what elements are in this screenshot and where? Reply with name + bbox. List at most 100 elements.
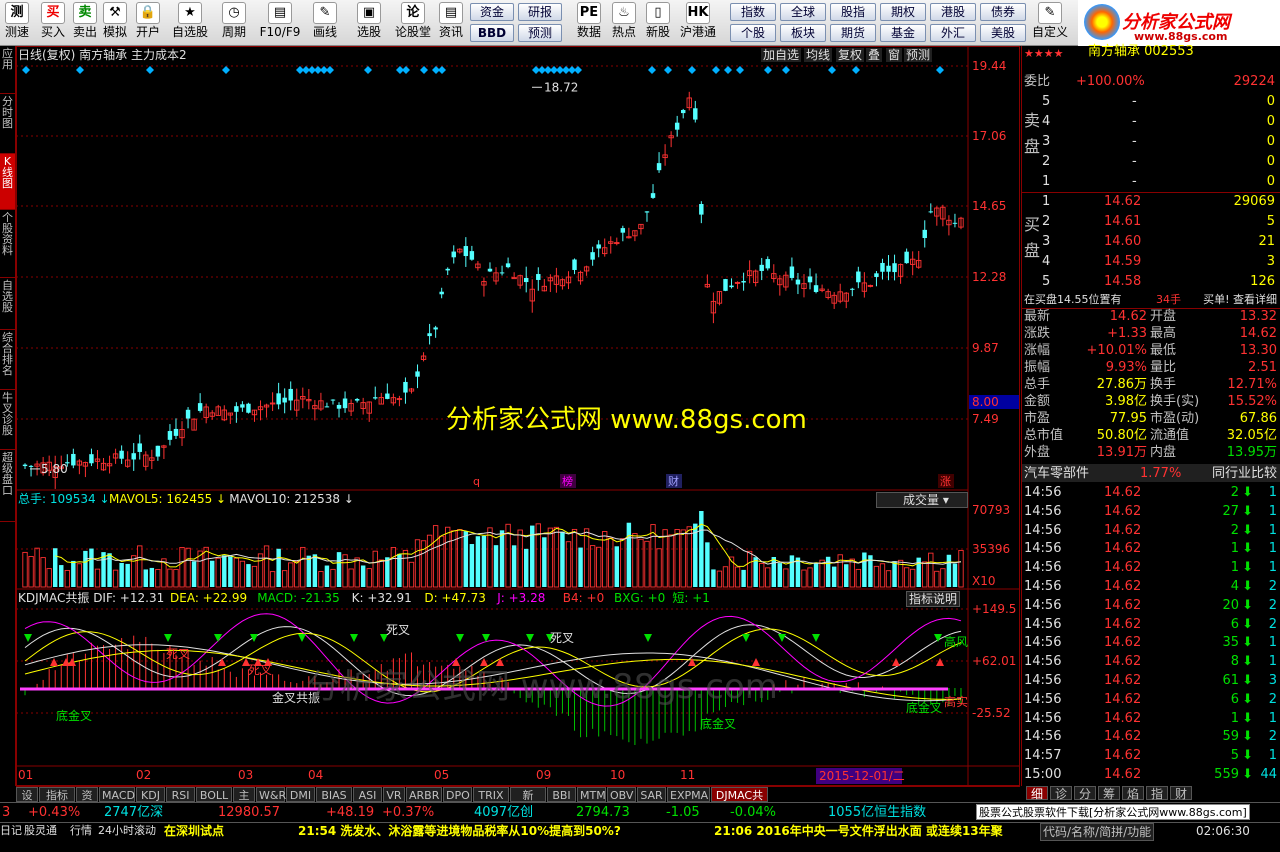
quote-row: 14:56 14.62 6 ⬇ 2 [1022, 690, 1280, 709]
left-nav-item[interactable]: 牛叉诊股 [0, 390, 15, 450]
volume-bar [191, 561, 197, 587]
indicator-tab[interactable]: 设置 [16, 787, 38, 817]
toolbar-button-10[interactable]: 论论股堂 [394, 2, 432, 44]
indicator-tab[interactable]: BBI [547, 787, 576, 802]
toolbar-small-button[interactable]: BBD [470, 24, 514, 42]
quote-bottom-tab[interactable]: 筹 [1098, 786, 1120, 801]
quote-row: 外盘 13.91万 内盘 13.95万 [1022, 444, 1280, 461]
indicator-tab[interactable]: DPO [443, 787, 472, 802]
toolbar-small-button[interactable]: 期货 [830, 24, 876, 42]
left-nav-item[interactable]: 分时图 [0, 94, 15, 154]
status-tab[interactable]: 24小时滚动 [98, 823, 156, 839]
indicator-tab[interactable]: 资讯 [76, 787, 98, 817]
news-ticker-item[interactable]: 21:54 洗发水、沐浴露等进境物品税率从10%提高到50%? [298, 823, 621, 839]
left-nav-item[interactable]: K线图 [0, 154, 15, 210]
toolbar-small-button[interactable]: 港股 [930, 3, 976, 21]
toolbar-button-13[interactable]: ♨ 热点 [608, 2, 640, 44]
quote-bottom-tab[interactable]: 焰 [1122, 786, 1144, 801]
download-banner[interactable]: 股票公式股票软件下载[分析家公式网www.88gs.com] [976, 804, 1250, 820]
status-tab[interactable]: 日记 [0, 823, 22, 839]
toolbar-small-button[interactable]: 基金 [880, 24, 926, 42]
search-box[interactable]: 代码/名称/简拼/功能 [1040, 823, 1155, 841]
toolbar-button-16[interactable]: ✎ 自定义 [1030, 2, 1070, 44]
toolbar-small-button[interactable]: 股指 [830, 3, 876, 21]
left-nav-item[interactable]: 自选股 [0, 278, 15, 330]
toolbar-small-button[interactable]: 个股 [730, 24, 776, 42]
tick-time: 14:56 [1024, 710, 1062, 726]
info-line-button[interactable]: 买单! 查看详细 [1203, 290, 1277, 310]
status-tab[interactable]: 股灵通 [24, 823, 57, 839]
volume-bar [523, 548, 529, 587]
indicator-tab[interactable]: 主力 [233, 787, 255, 817]
chart-header-button[interactable]: 均线 [804, 48, 833, 62]
indicator-tab[interactable]: OBV [607, 787, 636, 802]
toolbar-button-6[interactable]: ◷ 周期 [216, 2, 252, 44]
toolbar-button-8[interactable]: ✎ 画线 [306, 2, 344, 44]
toolbar-button-4[interactable]: 🔒 开户 [132, 2, 164, 44]
indicator-tab[interactable]: MACD [99, 787, 135, 802]
left-nav-item[interactable]: 综合排名 [0, 330, 15, 390]
toolbar-small-button[interactable]: 研报 [518, 3, 562, 21]
toolbar-small-button[interactable]: 期权 [880, 3, 926, 21]
news-ticker-item[interactable]: 21:06 2016年中央一号文件浮出水面 或连续13年聚 [714, 823, 1003, 839]
toolbar-small-button[interactable]: 外汇 [930, 24, 976, 42]
status-tab[interactable]: 行情 [70, 823, 92, 839]
indicator-tab[interactable]: TRIX [473, 787, 509, 802]
indicator-explain-button[interactable]: 指标说明 [906, 591, 961, 607]
left-nav-item[interactable]: 超级盘口 [0, 450, 15, 522]
indicator-tab[interactable]: 新DMA [510, 787, 546, 817]
toolbar-button-12[interactable]: PE 数据 [572, 2, 606, 44]
indicator-tab[interactable]: DJMAC共振 [711, 787, 768, 817]
indicator-tab[interactable]: SAR [637, 787, 666, 802]
toolbar-button-11[interactable]: ▤ 资讯 [434, 2, 468, 44]
indicator-tab[interactable]: VR [383, 787, 405, 802]
chart-header-button[interactable]: 复权 [836, 48, 865, 62]
toolbar-small-button[interactable]: 预测 [518, 24, 562, 42]
toolbar-button-1[interactable]: 买买入 [38, 2, 68, 44]
toolbar-small-button[interactable]: 美股 [980, 24, 1026, 42]
toolbar-small-button[interactable]: 债券 [980, 3, 1026, 21]
toolbar-small-button[interactable]: 板块 [780, 24, 826, 42]
toolbar-button-14[interactable]: ▯ 新股 [642, 2, 674, 44]
indicator-tab[interactable]: MTM [577, 787, 606, 802]
chart-header-button[interactable]: 加自选 [761, 48, 802, 62]
indicator-tab[interactable]: W&R [256, 787, 286, 802]
volume-type-dropdown[interactable]: 成交量 ▾ [876, 492, 968, 508]
toolbar-button-9[interactable]: ▣ 选股 [350, 2, 388, 44]
indicator-tab[interactable]: EXPMA [667, 787, 710, 802]
toolbar-button-7[interactable]: ▤ F10/F9 [256, 2, 304, 44]
chart-header-button[interactable]: 叠 [866, 48, 883, 62]
toolbar-button-0[interactable]: 测测速 [0, 2, 34, 44]
stat-value: +10.01% [1086, 343, 1147, 358]
indicator-tab[interactable]: BIAS [316, 787, 352, 802]
indicator-tab[interactable]: RSI [166, 787, 195, 802]
indicator-tab[interactable]: ARBR [406, 787, 442, 802]
indicator-tab[interactable]: DMI [286, 787, 315, 802]
news-ticker-item[interactable]: 在深圳试点 [164, 823, 224, 839]
indicator-tab[interactable]: ASI [353, 787, 382, 802]
indicator-tab[interactable]: 指标平台 [39, 787, 75, 817]
tick-volume: 20 [1222, 597, 1239, 613]
indicator-tab[interactable]: KDJ [136, 787, 165, 802]
quote-bottom-tab[interactable]: 指 [1146, 786, 1168, 801]
volume-bar [487, 527, 493, 588]
toolbar-button-3[interactable]: ⚒ 模拟 [100, 2, 130, 44]
left-nav-item[interactable]: 应用 [0, 46, 15, 94]
toolbar-button-5[interactable]: ★ 自选股 [170, 2, 210, 44]
quote-bottom-tab[interactable]: 财 [1170, 786, 1192, 801]
quote-bottom-tab[interactable]: 诊 [1050, 786, 1072, 801]
chart-header-button[interactable]: 预测 [904, 48, 933, 62]
buy-arrow-icon [496, 658, 504, 666]
industry-compare-button[interactable]: 同行业比较 [1212, 464, 1277, 484]
toolbar-small-button[interactable]: 资金 [470, 3, 514, 21]
toolbar-small-button[interactable]: 全球 [780, 3, 826, 21]
left-nav-item[interactable]: 个股资料 [0, 210, 15, 278]
toolbar-small-button[interactable]: 指数 [730, 3, 776, 21]
quote-bottom-tab[interactable]: 分 [1074, 786, 1096, 801]
toolbar-button-2[interactable]: 卖卖出 [70, 2, 100, 44]
kline-chart-svg[interactable]: 19.44 17.06 14.65 12.28 9.87 8.00 7.49 18.72 5.8… [16, 46, 1020, 786]
toolbar-button-15[interactable]: HK 沪港通 [676, 2, 720, 44]
chart-header-button[interactable]: 窗 [886, 48, 903, 62]
indicator-tab[interactable]: BOLL [196, 787, 232, 802]
quote-bottom-tab[interactable]: 细 [1026, 786, 1048, 801]
